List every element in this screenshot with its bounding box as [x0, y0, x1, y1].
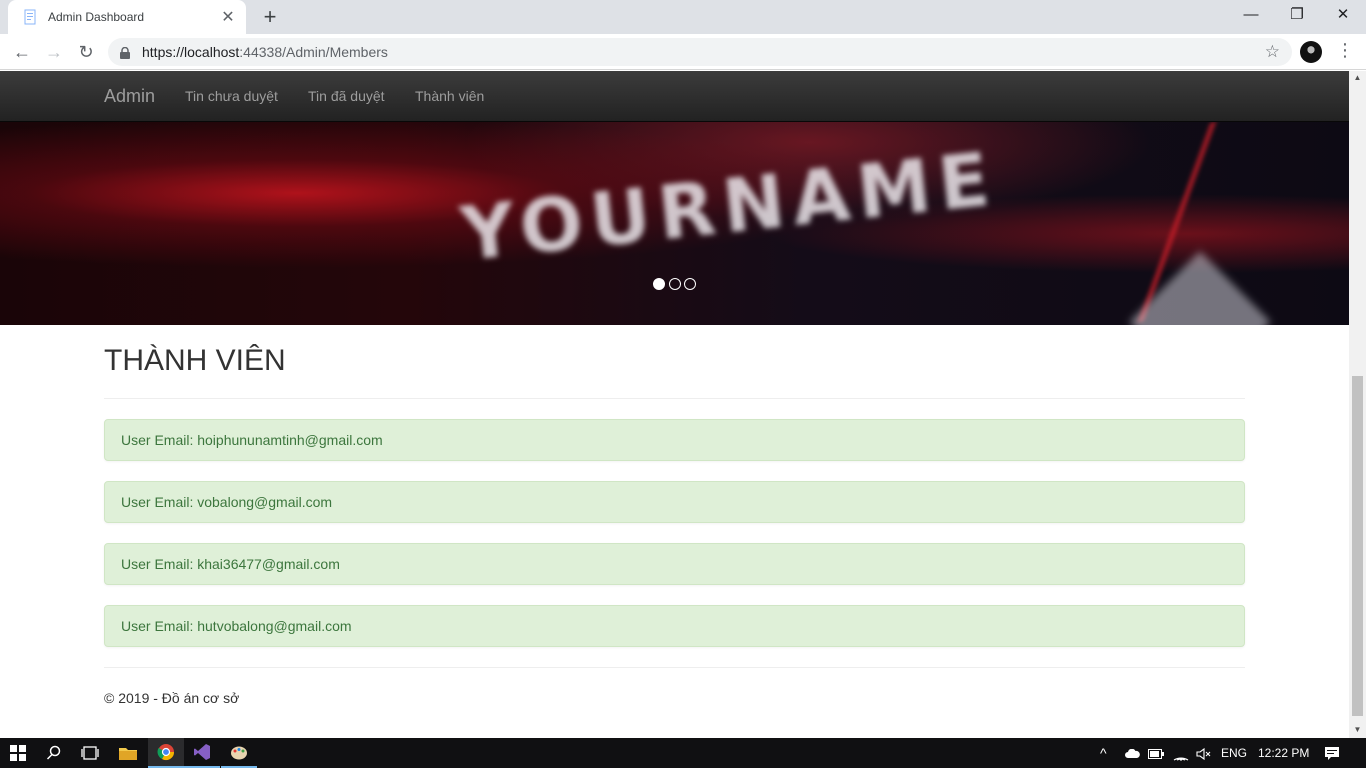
nav-link-pending-posts[interactable]: Tin chưa duyệt	[185, 88, 278, 104]
file-explorer-icon[interactable]	[110, 738, 146, 768]
close-window-button[interactable]: ✕	[1320, 0, 1366, 32]
tray-chevron-up-icon[interactable]: ^	[1100, 738, 1107, 768]
battery-icon[interactable]	[1148, 738, 1164, 768]
windows-taskbar: ^ ENG 12:22 PM	[0, 738, 1366, 768]
chrome-taskbar-icon[interactable]	[148, 738, 184, 768]
task-view-icon[interactable]	[72, 738, 108, 768]
member-item: User Email: hutvobalong@gmail.com	[104, 605, 1245, 647]
browser-tab-strip: Admin Dashboard ✕ + — ❐ ✕	[0, 0, 1366, 34]
new-tab-button[interactable]: +	[256, 5, 284, 29]
member-item: User Email: vobalong@gmail.com	[104, 481, 1245, 523]
lock-icon	[120, 46, 130, 59]
nav-link-members[interactable]: Thành viên	[415, 88, 484, 104]
address-bar[interactable]: https://localhost:44338/Admin/Members ☆	[108, 38, 1292, 66]
browser-tab[interactable]: Admin Dashboard ✕	[8, 0, 246, 34]
forward-button[interactable]: →	[40, 38, 68, 66]
hero-carousel[interactable]: YOURNAME	[0, 122, 1349, 325]
divider	[104, 398, 1245, 399]
browser-menu-icon[interactable]: ⋮	[1336, 40, 1354, 61]
reload-button[interactable]: ↻	[72, 38, 100, 66]
browser-toolbar: ← → ↻ https://localhost:44338/Admin/Memb…	[0, 34, 1366, 70]
bookmark-star-icon[interactable]: ☆	[1265, 42, 1280, 62]
scroll-up-icon[interactable]: ▲	[1349, 71, 1366, 85]
page-favicon-icon	[22, 9, 38, 25]
carousel-indicator-3[interactable]	[684, 278, 696, 290]
search-icon[interactable]	[36, 738, 72, 768]
minimize-button[interactable]: —	[1228, 0, 1274, 32]
back-button[interactable]: ←	[8, 38, 36, 66]
start-button[interactable]	[0, 738, 36, 768]
footer-divider	[104, 667, 1245, 668]
page-viewport: Admin Tin chưa duyệt Tin đã duyệt Thành …	[0, 71, 1349, 738]
carousel-banner-text: YOURNAME	[456, 136, 1002, 278]
visual-studio-icon[interactable]	[184, 738, 220, 768]
restore-button[interactable]: ❐	[1274, 0, 1320, 32]
scroll-thumb[interactable]	[1352, 376, 1363, 716]
nav-link-approved-posts[interactable]: Tin đã duyệt	[308, 88, 385, 104]
member-item: User Email: hoiphununamtinh@gmail.com	[104, 419, 1245, 461]
footer-copyright: © 2019 - Đồ án cơ sở	[104, 690, 240, 706]
carousel-indicator-1[interactable]	[653, 278, 665, 290]
onedrive-cloud-icon[interactable]	[1124, 738, 1140, 768]
navbar-brand[interactable]: Admin	[104, 86, 155, 107]
tab-close-icon[interactable]: ✕	[220, 7, 236, 27]
url-text: https://localhost:44338/Admin/Members	[142, 44, 388, 60]
carousel-indicator-2[interactable]	[669, 278, 681, 290]
page-scrollbar[interactable]: ▲ ▼	[1349, 71, 1366, 738]
tab-title: Admin Dashboard	[48, 10, 145, 24]
page-title: THÀNH VIÊN	[104, 344, 286, 377]
volume-muted-icon[interactable]	[1196, 738, 1212, 768]
wifi-icon[interactable]	[1173, 738, 1189, 768]
action-center-icon[interactable]	[1324, 738, 1340, 768]
scroll-down-icon[interactable]: ▼	[1349, 723, 1366, 737]
site-navbar: Admin Tin chưa duyệt Tin đã duyệt Thành …	[0, 71, 1349, 122]
language-indicator[interactable]: ENG	[1221, 738, 1247, 768]
paint-app-icon[interactable]	[221, 738, 257, 768]
profile-avatar[interactable]	[1300, 41, 1322, 63]
windows-logo-icon	[10, 745, 26, 761]
member-item: User Email: khai36477@gmail.com	[104, 543, 1245, 585]
clock[interactable]: 12:22 PM	[1258, 738, 1309, 768]
